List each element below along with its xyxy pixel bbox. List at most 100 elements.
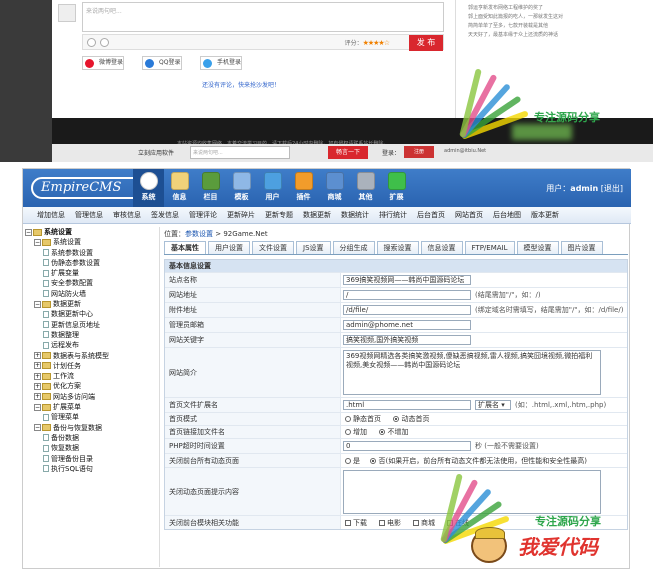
email-field[interactable]: admin@phome.net xyxy=(343,320,471,330)
tree-item[interactable]: 伪静态参数设置 xyxy=(25,258,159,268)
subnav-item[interactable]: 版本更新 xyxy=(531,207,559,223)
rating-stars[interactable]: ★★★★☆ xyxy=(363,39,390,47)
close-no-radio[interactable] xyxy=(370,458,377,464)
logout-link[interactable]: [退出] xyxy=(601,184,623,193)
keywords-input[interactable]: 搞笑视频,国外搞笑视频 xyxy=(343,335,471,345)
module-checkbox[interactable] xyxy=(345,520,351,526)
subnav-item[interactable]: 后台地图 xyxy=(493,207,521,223)
publish-button[interactable]: 发 布 xyxy=(409,35,443,51)
tab-5[interactable]: 搜索设置 xyxy=(376,241,419,254)
image-icon[interactable] xyxy=(100,38,109,47)
attach-url-input[interactable]: /d/file/ xyxy=(343,305,471,315)
tab-7[interactable]: FTP/EMAIL xyxy=(464,241,515,254)
tree-item[interactable]: − 系统设置 xyxy=(25,227,159,237)
tree-item[interactable]: + 工作流 xyxy=(25,371,159,381)
intro-textarea[interactable]: 369视频网精选各类搞笑激视频,傻缺恶搞视频,雷人视频,搞笑囧境视频,微拍福利视… xyxy=(343,350,601,395)
bar-input[interactable]: 来说两句吧... xyxy=(190,146,290,159)
tree-item[interactable]: + 优化方案 xyxy=(25,381,159,391)
subnav-item[interactable]: 增加信息 xyxy=(37,207,65,223)
expand-icon[interactable]: + xyxy=(34,382,41,390)
tree-item[interactable]: 扩展变量 xyxy=(25,268,159,278)
tab-8[interactable]: 模型设置 xyxy=(516,241,559,254)
list-item[interactable]: 简简单单了至多，七款开装载是其他 xyxy=(460,22,653,31)
tree-item[interactable]: 数据更新中心 xyxy=(25,309,159,319)
nav-item-7[interactable]: 其他 xyxy=(350,169,381,207)
link-no-radio[interactable] xyxy=(379,429,386,435)
tab-2[interactable]: 文件设置 xyxy=(252,241,294,254)
nav-item-6[interactable]: 商城 xyxy=(319,169,350,207)
subnav-item[interactable]: 更新专题 xyxy=(265,207,293,223)
collapse-icon[interactable]: − xyxy=(34,424,41,432)
mode-dynamic-radio[interactable] xyxy=(393,416,400,422)
list-item[interactable]: 郭运亨新发布网络工程维护的奖了 xyxy=(460,4,653,13)
subnav-item[interactable]: 管理评论 xyxy=(189,207,217,223)
tree-item[interactable]: − 系统设置 xyxy=(25,237,159,247)
tab-3[interactable]: JS设置 xyxy=(296,241,331,254)
tree-item[interactable]: 恢复数据 xyxy=(25,443,159,453)
tree-item[interactable]: + 计划任务 xyxy=(25,361,159,371)
tree-item[interactable]: 数据整理 xyxy=(25,330,159,340)
subnav-item[interactable]: 后台首页 xyxy=(417,207,445,223)
tree-item[interactable]: + 网站多访问端 xyxy=(25,392,159,402)
list-item[interactable]: 郭上面受知此篇报的吃人，一那就发生这对 xyxy=(460,13,653,22)
tree-item[interactable]: − 数据更新 xyxy=(25,299,159,309)
comment-input[interactable]: 来说两句吧... xyxy=(82,2,444,32)
subnav-item[interactable]: 管理信息 xyxy=(75,207,103,223)
breadcrumb-link[interactable]: 参数设置 xyxy=(185,230,213,238)
expand-icon[interactable]: + xyxy=(34,372,41,380)
nav-item-3[interactable]: 模板 xyxy=(226,169,257,207)
tab-4[interactable]: 分组生成 xyxy=(332,241,375,254)
collapse-icon[interactable]: − xyxy=(34,238,41,246)
collapse-icon[interactable]: − xyxy=(34,403,41,411)
tree-item[interactable]: − 扩展菜单 xyxy=(25,402,159,412)
nav-item-8[interactable]: 扩展 xyxy=(381,169,412,207)
tree-item[interactable]: + 数据表与系统模型 xyxy=(25,351,159,361)
module-checkbox[interactable] xyxy=(413,520,419,526)
expand-icon[interactable]: + xyxy=(34,362,41,370)
subnav-item[interactable]: 更新碎片 xyxy=(227,207,255,223)
site-url-input[interactable]: / xyxy=(343,290,471,300)
tree-item[interactable]: − 备份与恢复数据 xyxy=(25,423,159,433)
mode-static-radio[interactable] xyxy=(345,416,351,422)
tree-item[interactable]: 备份数据 xyxy=(25,433,159,443)
weibo-login-button[interactable]: 微博登录 xyxy=(82,56,124,70)
emoji-icon[interactable] xyxy=(87,38,96,47)
expand-icon[interactable]: + xyxy=(34,352,41,360)
collapse-icon[interactable]: − xyxy=(25,228,32,236)
tree-item[interactable]: 管理备份目录 xyxy=(25,454,159,464)
subnav-item[interactable]: 数据更新 xyxy=(303,207,331,223)
nav-item-1[interactable]: 信息 xyxy=(164,169,195,207)
nav-item-0[interactable]: 系统 xyxy=(133,169,164,207)
nav-item-5[interactable]: 插件 xyxy=(288,169,319,207)
register-button[interactable]: 注册 xyxy=(404,146,434,158)
expand-icon[interactable]: + xyxy=(34,393,41,401)
ext-input[interactable]: .html xyxy=(343,400,471,410)
subnav-item[interactable]: 审核信息 xyxy=(113,207,141,223)
tab-6[interactable]: 信息设置 xyxy=(420,241,463,254)
tree-item[interactable]: 执行SQL语句 xyxy=(25,464,159,474)
nav-item-2[interactable]: 栏目 xyxy=(195,169,226,207)
sofa-link[interactable]: 还没有评论，快来抢沙发吧！ xyxy=(202,80,280,89)
tree-item[interactable]: 管理菜单 xyxy=(25,412,159,422)
tree-item[interactable]: 安全参数配置 xyxy=(25,278,159,288)
link-add-radio[interactable] xyxy=(345,429,351,435)
subnav-item[interactable]: 数据统计 xyxy=(341,207,369,223)
php-timeout-input[interactable]: 0 xyxy=(343,441,471,451)
subnav-item[interactable]: 排行统计 xyxy=(379,207,407,223)
collapse-icon[interactable]: − xyxy=(34,300,41,308)
tree-item[interactable]: 远程发布 xyxy=(25,340,159,350)
subnav-item[interactable]: 网站首页 xyxy=(455,207,483,223)
phone-login-button[interactable]: 手机登录 xyxy=(200,56,242,70)
site-name-input[interactable]: 369搞笑视频网——韩尚中国源码论坛 xyxy=(343,275,471,285)
qq-login-button[interactable]: QQ登录 xyxy=(142,56,182,70)
tree-item[interactable]: 更新信息页地址 xyxy=(25,320,159,330)
ext-select[interactable]: 扩展名 ▾ xyxy=(475,400,511,410)
tree-item[interactable]: 网站防火墙 xyxy=(25,289,159,299)
subnav-item[interactable]: 签发信息 xyxy=(151,207,179,223)
tree-item[interactable]: 系统参数设置 xyxy=(25,248,159,258)
bar-submit-button[interactable]: 畅言一下 xyxy=(328,146,368,159)
tab-9[interactable]: 图片设置 xyxy=(560,241,603,254)
close-yes-radio[interactable] xyxy=(345,458,351,464)
tab-0[interactable]: 基本属性 xyxy=(164,241,206,254)
module-checkbox[interactable] xyxy=(379,520,385,526)
